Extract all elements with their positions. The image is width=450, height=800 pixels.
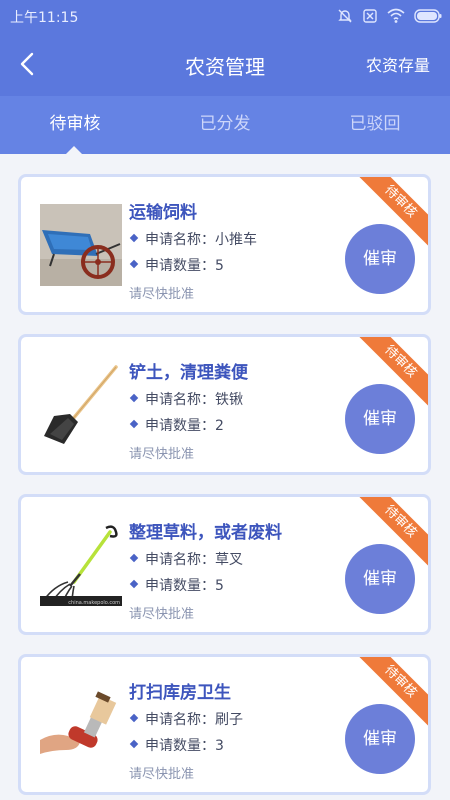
card-hint: 请尽快批准 (129, 287, 195, 302)
card-hint: 请尽快批准 (129, 767, 195, 782)
status-bar: 上午11:15 (0, 0, 450, 32)
request-card[interactable]: 打扫库房卫生 申请名称：刷子 申请数量：3 请尽快批准 催审 待审核 (18, 654, 431, 795)
apply-name-text: 申请名称：刷子 (145, 712, 243, 728)
urge-review-button[interactable]: 催审 (345, 384, 415, 454)
apply-name: 申请名称：刷子 (129, 709, 243, 729)
request-card[interactable]: china.makepolo.com 整理草料，或者废料 申请名称：草叉 申请数… (18, 494, 431, 635)
battery-icon (414, 9, 442, 23)
card-title: 整理草料，或者废料 (129, 523, 282, 543)
status-time: 上午11:15 (10, 10, 79, 26)
shovel-image (40, 364, 122, 446)
apply-name-text: 申请名称：铁锹 (145, 392, 243, 408)
nav-bar: 农资管理 农资存量 (0, 32, 450, 96)
urge-review-button[interactable]: 催审 (345, 544, 415, 614)
diamond-bullet-icon (129, 739, 139, 749)
card-title: 运输饲料 (129, 203, 197, 223)
pitchfork-image: china.makepolo.com (40, 524, 122, 606)
diamond-bullet-icon (129, 233, 139, 243)
apply-quantity-text: 申请数量：5 (145, 578, 224, 594)
diamond-bullet-icon (129, 553, 139, 563)
urge-review-button[interactable]: 催审 (345, 704, 415, 774)
diamond-bullet-icon (129, 713, 139, 723)
apply-quantity: 申请数量：2 (129, 415, 224, 435)
apply-name: 申请名称：草叉 (129, 549, 243, 569)
do-not-disturb-icon (338, 9, 352, 23)
diamond-bullet-icon (129, 579, 139, 589)
diamond-bullet-icon (129, 419, 139, 429)
request-card[interactable]: 运输饲料 申请名称：小推车 申请数量：5 请尽快批准 催审 待审核 (18, 174, 431, 315)
apply-quantity: 申请数量：5 (129, 575, 224, 595)
active-tab-indicator (66, 146, 82, 154)
apply-name: 申请名称：小推车 (129, 229, 257, 249)
card-title: 铲土，清理粪便 (129, 363, 248, 383)
status-icons (337, 6, 442, 26)
wheelbarrow-image (40, 204, 122, 286)
card-title: 打扫库房卫生 (129, 683, 231, 703)
apply-name-text: 申请名称：小推车 (145, 232, 257, 248)
apply-quantity: 申请数量：3 (129, 735, 224, 755)
wifi-icon (387, 8, 405, 23)
sim-off-icon (363, 9, 377, 23)
back-arrow-icon (20, 52, 34, 76)
urge-review-button[interactable]: 催审 (345, 224, 415, 294)
diamond-bullet-icon (129, 259, 139, 269)
tab-rejected[interactable]: 已驳回 (300, 96, 450, 154)
diamond-bullet-icon (129, 393, 139, 403)
apply-quantity: 申请数量：5 (129, 255, 224, 275)
apply-quantity-text: 申请数量：5 (145, 258, 224, 274)
apply-quantity-text: 申请数量：3 (145, 738, 224, 754)
request-card[interactable]: 铲土，清理粪便 申请名称：铁锹 申请数量：2 请尽快批准 催审 待审核 (18, 334, 431, 475)
apply-quantity-text: 申请数量：2 (145, 418, 224, 434)
card-hint: 请尽快批准 (129, 607, 195, 622)
brush-image (40, 684, 122, 766)
tab-distributed[interactable]: 已分发 (150, 96, 300, 154)
apply-name-text: 申请名称：草叉 (145, 552, 243, 568)
back-button[interactable] (14, 46, 44, 82)
card-hint: 请尽快批准 (129, 447, 195, 462)
apply-name: 申请名称：铁锹 (129, 389, 243, 409)
inventory-button[interactable]: 农资存量 (366, 52, 430, 76)
watermark-caption: china.makepolo.com (68, 600, 120, 606)
